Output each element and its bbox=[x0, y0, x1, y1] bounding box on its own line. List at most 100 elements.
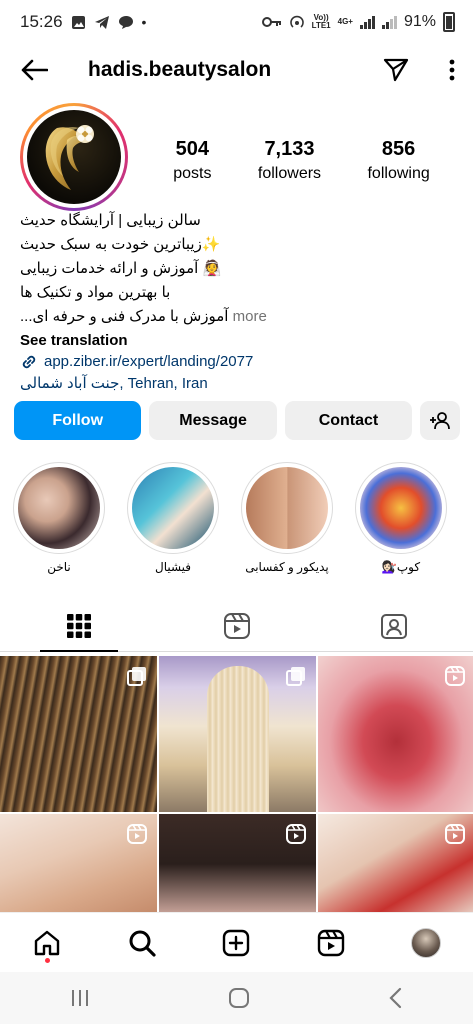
message-button[interactable]: Message bbox=[149, 401, 277, 440]
followers-count: 7,133 bbox=[264, 138, 315, 160]
battery-percent: 91% bbox=[403, 13, 436, 30]
post-thumbnail[interactable] bbox=[318, 814, 473, 912]
add-person-icon bbox=[430, 411, 450, 429]
posts-stat[interactable]: 504 posts bbox=[173, 138, 211, 183]
grid-icon bbox=[66, 613, 91, 638]
tagged-user-icon bbox=[381, 613, 408, 639]
system-navigation-bar bbox=[0, 972, 473, 1024]
hotspot-icon bbox=[289, 15, 304, 28]
bio-line-3-text: 👰 آموزش و ارائه خدمات زیبایی bbox=[20, 260, 222, 277]
tab-posts-grid[interactable] bbox=[0, 600, 158, 652]
profile-header: 504 posts 7,133 followers 856 following bbox=[0, 100, 473, 211]
posts-count: 504 bbox=[175, 138, 210, 160]
highlight-item[interactable]: پدیکور و کفسابی bbox=[240, 462, 334, 582]
story-highlights: ناخن فیشیال پدیکور و کفسابی کوپ💇🏻‍♀️ bbox=[12, 462, 473, 582]
post-thumbnail[interactable] bbox=[0, 656, 157, 812]
bio-more-link[interactable]: more bbox=[233, 308, 267, 325]
network-indicator-1: Vo)) LTE1 bbox=[312, 14, 331, 30]
bio-website-link[interactable]: app.ziber.ir/expert/landing/2077 bbox=[20, 351, 450, 373]
followers-label: followers bbox=[257, 165, 322, 182]
bio-line-2-text: ✨زیباترین خودت به سبک حدیث bbox=[20, 236, 221, 253]
link-icon bbox=[22, 355, 36, 369]
status-bar: 15:26 • Vo)) LTE1 4G+ 91% bbox=[0, 0, 473, 44]
salon-logo-image bbox=[27, 110, 121, 204]
highlight-item[interactable]: ناخن bbox=[12, 462, 106, 582]
bio-line-4: با بهترین مواد و تکنیک ها bbox=[20, 281, 450, 305]
post-thumbnail[interactable] bbox=[0, 814, 157, 912]
profile-top-bar: hadis.beautysalon bbox=[0, 44, 473, 96]
reel-icon bbox=[286, 824, 306, 844]
see-translation-link[interactable]: See translation bbox=[20, 331, 450, 351]
notification-dot-icon: • bbox=[141, 14, 147, 30]
highlight-label: فیشیال bbox=[154, 560, 192, 574]
bio-line-5: آموزش با مدرک فنی و حرفه ای... more bbox=[20, 305, 450, 329]
post-thumbnail[interactable] bbox=[159, 814, 316, 912]
bio-line-4-text: با بهترین مواد و تکنیک ها bbox=[20, 284, 171, 301]
reel-icon bbox=[445, 824, 465, 844]
post-thumbnail[interactable] bbox=[318, 656, 473, 812]
followers-stat[interactable]: 7,133 followers bbox=[258, 138, 321, 183]
hair-shape bbox=[207, 666, 269, 812]
back-button[interactable] bbox=[18, 54, 50, 86]
create-post-icon bbox=[223, 929, 250, 956]
home-button-icon[interactable] bbox=[228, 987, 250, 1009]
posts-label: posts bbox=[173, 165, 212, 182]
bio-location-link[interactable]: جنت آباد شمالی, Tehran, Iran bbox=[20, 373, 450, 395]
highlight-label: ناخن bbox=[47, 560, 71, 574]
gallery-icon bbox=[71, 15, 85, 29]
highlight-item[interactable]: کوپ💇🏻‍♀️ bbox=[354, 462, 448, 582]
highlight-label: پدیکور و کفسابی bbox=[245, 560, 329, 574]
highlight-label: کوپ💇🏻‍♀️ bbox=[381, 560, 421, 574]
multi-post-icon bbox=[286, 667, 305, 686]
signal-2-icon bbox=[381, 15, 397, 29]
following-label: following bbox=[367, 165, 430, 182]
highlight-nails-image bbox=[18, 467, 100, 549]
more-options-icon[interactable] bbox=[449, 59, 455, 81]
following-count: 856 bbox=[381, 138, 416, 160]
user-avatar bbox=[410, 927, 441, 958]
home-icon bbox=[35, 930, 60, 955]
tab-tagged[interactable] bbox=[315, 600, 473, 651]
search-icon bbox=[129, 930, 156, 957]
posts-grid bbox=[0, 656, 473, 912]
nav-profile[interactable] bbox=[406, 923, 446, 963]
following-stat[interactable]: 856 following bbox=[367, 138, 429, 183]
nav-search[interactable] bbox=[122, 923, 162, 963]
chat-icon bbox=[118, 15, 133, 29]
reels-icon bbox=[223, 612, 250, 639]
battery-icon bbox=[443, 12, 455, 32]
bio-line-1: سالن زیبایی | آرایشگاه حدیث bbox=[20, 209, 450, 233]
website-url: app.ziber.ir/expert/landing/2077 bbox=[44, 353, 254, 370]
highlight-item[interactable]: فیشیال bbox=[126, 462, 220, 582]
network2-top-text: 4G+ bbox=[337, 17, 353, 26]
telegram-icon bbox=[94, 15, 109, 29]
profile-actions: Follow Message Contact bbox=[14, 401, 460, 440]
suggested-people-button[interactable] bbox=[420, 401, 460, 440]
profile-tabs bbox=[0, 600, 473, 652]
post-thumbnail[interactable] bbox=[159, 656, 316, 812]
profile-bio: سالن زیبایی | آرایشگاه حدیث ✨زیباترین خو… bbox=[20, 209, 450, 395]
nav-reels[interactable] bbox=[311, 923, 351, 963]
nav-home[interactable] bbox=[27, 923, 67, 963]
back-chevron-icon[interactable] bbox=[388, 987, 404, 1009]
bottom-navigation bbox=[0, 912, 473, 972]
key-icon bbox=[261, 17, 281, 27]
status-time: 15:26 bbox=[20, 12, 63, 31]
follow-button[interactable]: Follow bbox=[14, 401, 142, 440]
profile-avatar[interactable] bbox=[20, 103, 128, 211]
network-bottom-text: LTE1 bbox=[311, 21, 331, 30]
highlight-hair-color-image bbox=[360, 467, 442, 549]
reel-icon bbox=[127, 824, 147, 844]
profile-stats: 504 posts 7,133 followers 856 following bbox=[150, 138, 453, 183]
bio-line-1-text: سالن زیبایی | آرایشگاه حدیث bbox=[20, 212, 201, 229]
highlight-facial-image bbox=[132, 467, 214, 549]
reel-icon bbox=[445, 666, 465, 686]
tab-reels[interactable] bbox=[158, 600, 316, 651]
recent-apps-icon[interactable] bbox=[69, 988, 91, 1008]
bio-line-5-text: آموزش با مدرک فنی و حرفه ای... bbox=[20, 308, 229, 325]
nav-create[interactable] bbox=[216, 923, 256, 963]
network-indicator-2: 4G+ bbox=[338, 18, 353, 26]
signal-icon bbox=[359, 15, 375, 29]
contact-button[interactable]: Contact bbox=[284, 401, 413, 440]
send-icon[interactable] bbox=[383, 58, 409, 82]
